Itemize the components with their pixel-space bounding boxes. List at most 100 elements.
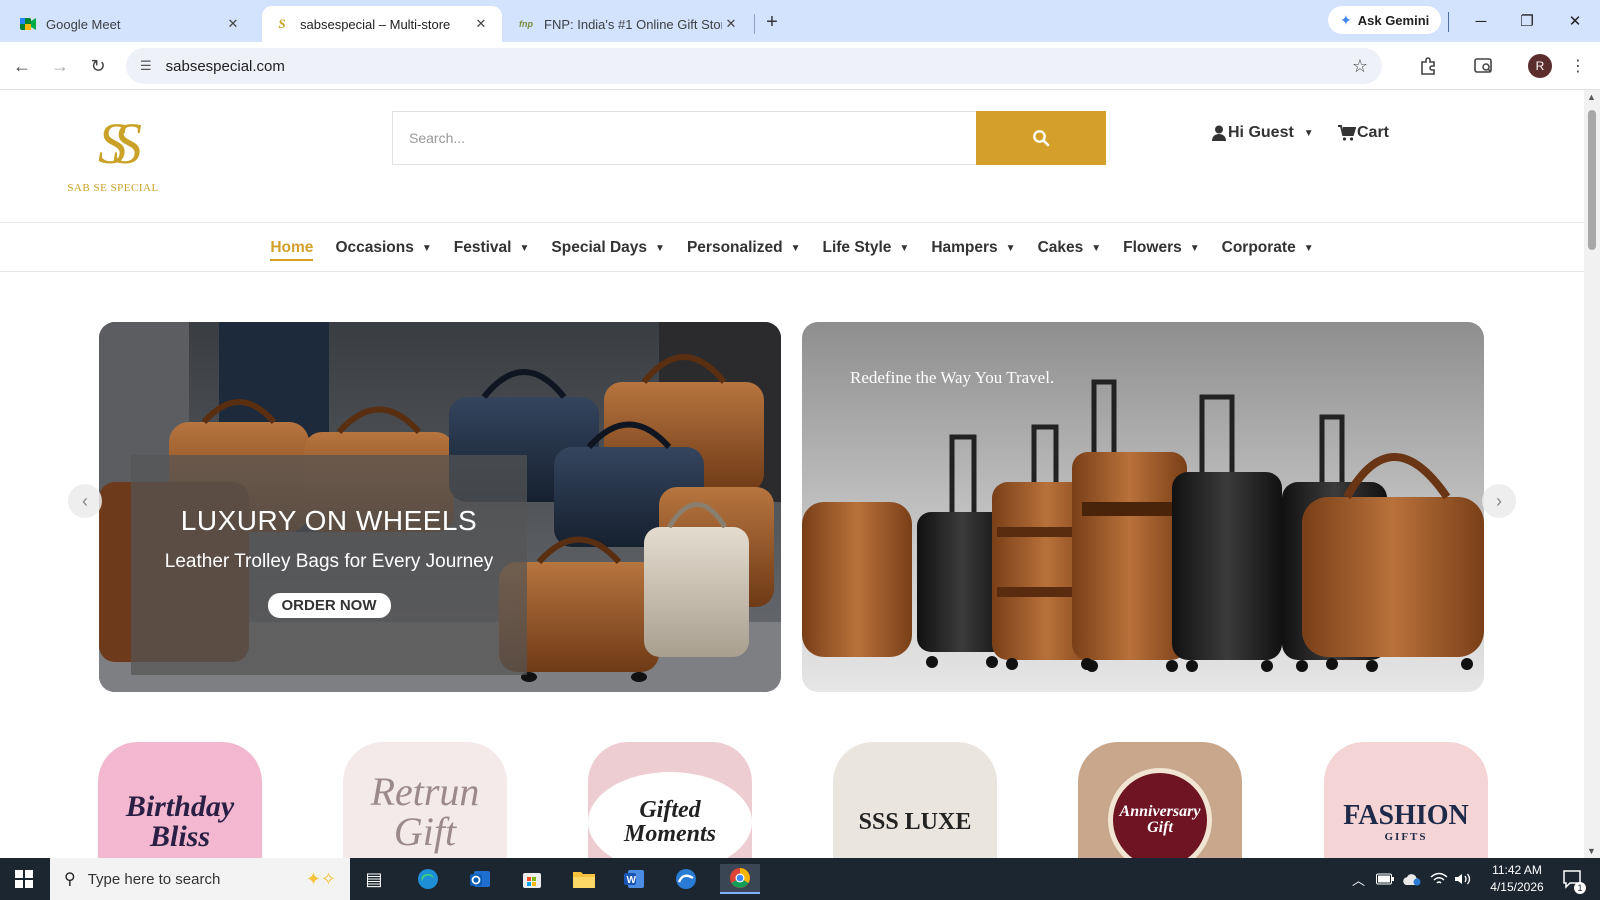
close-tab-icon[interactable]: ✕	[224, 15, 242, 33]
nav-list: Home Occasions ▼ Festival ▼ Special Days ▼ Pers…	[0, 223, 1584, 273]
edge-icon[interactable]	[412, 864, 444, 894]
battery-icon[interactable]	[1376, 858, 1394, 900]
url-text: sabsespecial.com	[165, 57, 285, 75]
outlook-icon[interactable]	[464, 864, 496, 894]
nav-item-cakes[interactable]: Cakes ▼	[1038, 223, 1102, 273]
category-label: SSS LUXE	[858, 809, 972, 835]
clock-date: 4/15/2026	[1490, 880, 1544, 894]
taskbar-search[interactable]: ⚲ Type here to search ✦✧	[50, 858, 350, 900]
scroll-up-icon[interactable]: ▲	[1587, 92, 1596, 102]
user-icon	[1212, 125, 1226, 141]
volume-icon[interactable]	[1454, 858, 1472, 900]
nav-item-personalized[interactable]: Personalized ▼	[687, 223, 801, 273]
clock-time: 11:42 AM	[1492, 863, 1542, 877]
category-birthday-bliss[interactable]: Birthday Bliss	[98, 742, 262, 858]
search-input[interactable]	[392, 111, 976, 165]
banner-heading: LUXURY ON WHEELS	[180, 505, 478, 536]
nav-item-label: Corporate	[1221, 239, 1296, 256]
extensions-puzzle-icon[interactable]	[1414, 52, 1442, 80]
cart-link[interactable]: Cart	[1338, 124, 1389, 142]
chevron-down-icon: ▼	[1091, 242, 1102, 254]
category-fashion-gifts[interactable]: FASHION GIFTS	[1324, 742, 1488, 858]
microsoft-store-icon[interactable]	[516, 864, 548, 894]
toolbar-separator	[1448, 12, 1449, 32]
svg-text:W: W	[627, 875, 637, 886]
nav-item-hampers[interactable]: Hampers ▼	[931, 223, 1015, 273]
reload-icon[interactable]: ↻	[84, 52, 112, 80]
guest-account-menu[interactable]: Hi Guest ▼	[1212, 124, 1314, 142]
profile-avatar[interactable]: R	[1528, 54, 1552, 78]
tab-search-icon[interactable]	[1470, 52, 1498, 80]
site-settings-icon[interactable]: ☰	[140, 58, 152, 74]
close-window-icon[interactable]: ✕	[1552, 8, 1598, 34]
nav-item-label: Flowers	[1123, 239, 1182, 256]
category-label: Retrun Gift	[370, 769, 480, 854]
chrome-icon[interactable]	[720, 864, 760, 894]
nav-item-home[interactable]: Home	[270, 223, 314, 273]
ask-gemini-label: Ask Gemini	[1357, 12, 1430, 28]
chevron-down-icon: ▼	[899, 242, 910, 254]
task-view-icon[interactable]: ▤	[358, 864, 390, 894]
back-arrow-icon[interactable]: ←	[8, 52, 36, 80]
notification-center-icon[interactable]: 1	[1562, 858, 1586, 900]
onedrive-icon[interactable]	[1402, 858, 1422, 900]
banner-subheading: Leather Trolley Bags for Every Journey	[164, 551, 494, 572]
show-hidden-icons-icon[interactable]: ︿	[1352, 858, 1365, 900]
nav-item-label: Special Days	[551, 239, 648, 256]
taskbar-clock[interactable]: 11:42 AM 4/15/2026	[1472, 862, 1562, 896]
page-scrollbar[interactable]: ▲ ▼	[1584, 90, 1600, 858]
cart-label: Cart	[1357, 124, 1390, 141]
scroll-down-icon[interactable]: ▼	[1587, 846, 1596, 856]
category-label: FASHION	[1343, 799, 1469, 831]
address-bar[interactable]: ☰ sabsespecial.com ☆	[126, 48, 1382, 84]
category-label: Birthday Bliss	[125, 790, 235, 853]
nav-item-label: Home	[270, 239, 314, 256]
windows-taskbar: ⚲ Type here to search ✦✧ ▤ W ︿ 11:42 AM …	[0, 858, 1600, 900]
nav-item-flowers[interactable]: Flowers ▼	[1123, 223, 1199, 273]
nav-item-occasions[interactable]: Occasions ▼	[335, 223, 431, 273]
banner-luxury-on-wheels[interactable]: LUXURY ON WHEELS Leather Trolley Bags fo…	[99, 322, 781, 692]
category-anniversary-gift[interactable]: Anniversary Gift	[1078, 742, 1242, 858]
slider-next-icon[interactable]: ›	[1482, 484, 1516, 518]
gemini-sparkle-icon: ✦	[1340, 11, 1352, 28]
bookmark-star-icon[interactable]: ☆	[1352, 56, 1368, 77]
nav-item-corporate[interactable]: Corporate ▼	[1222, 223, 1314, 273]
word-icon[interactable]: W	[618, 864, 650, 894]
order-now-button[interactable]: ORDER NOW	[267, 593, 391, 618]
site-logo[interactable]: SS SAB SE SPECIAL	[66, 108, 160, 202]
file-explorer-icon[interactable]	[568, 864, 600, 894]
minimize-icon[interactable]: ─	[1458, 8, 1504, 34]
scrollbar-thumb[interactable]	[1588, 110, 1596, 250]
category-gifted-moments[interactable]: Gifted Moments	[588, 742, 752, 858]
restore-icon[interactable]: ❐	[1504, 8, 1550, 34]
search-button[interactable]	[976, 111, 1106, 165]
nav-item-label: Cakes	[1037, 239, 1084, 256]
guest-label: Hi Guest	[1228, 124, 1294, 141]
nav-item-life-style[interactable]: Life Style ▼	[822, 223, 909, 273]
nav-item-festival[interactable]: Festival ▼	[454, 223, 530, 273]
chevron-down-icon: ▼	[519, 242, 530, 254]
category-label: Gifted Moments	[588, 772, 752, 858]
banner-tagline: Redefine the Way You Travel.	[850, 368, 1055, 387]
wifi-icon[interactable]	[1430, 858, 1448, 900]
edge-dev-icon[interactable]	[670, 864, 702, 894]
forward-arrow-icon[interactable]: →	[46, 52, 74, 80]
close-tab-icon[interactable]: ✕	[722, 15, 740, 33]
slider-prev-icon[interactable]: ‹	[68, 484, 102, 518]
category-sss-luxe[interactable]: SSS LUXE	[833, 742, 997, 858]
tab-google-meet[interactable]: Google Meet ✕	[8, 6, 254, 42]
category-row: Birthday Bliss Retrun Gift Gifted Moment…	[98, 742, 1488, 858]
close-tab-icon[interactable]: ✕	[472, 15, 490, 33]
site-search	[392, 111, 1106, 165]
menu-kebab-icon[interactable]: ⋮	[1564, 52, 1592, 80]
google-meet-icon	[20, 16, 36, 32]
windows-start-icon[interactable]	[0, 858, 48, 900]
category-retrun-gift[interactable]: Retrun Gift	[343, 742, 507, 858]
ask-gemini-button[interactable]: ✦ Ask Gemini	[1328, 6, 1442, 34]
tab-fnp[interactable]: fnp FNP: India's #1 Online Gift Store ✕	[506, 6, 752, 42]
tab-sabsespecial[interactable]: S sabsespecial – Multi-store ✕	[262, 6, 502, 42]
nav-item-special-days[interactable]: Special Days ▼	[551, 223, 665, 273]
main-navigation: Home Occasions ▼ Festival ▼ Special Days ▼ Pers…	[0, 222, 1584, 272]
banner-travel[interactable]: Redefine the Way You Travel.	[802, 322, 1484, 692]
new-tab-button[interactable]: +	[760, 10, 784, 34]
